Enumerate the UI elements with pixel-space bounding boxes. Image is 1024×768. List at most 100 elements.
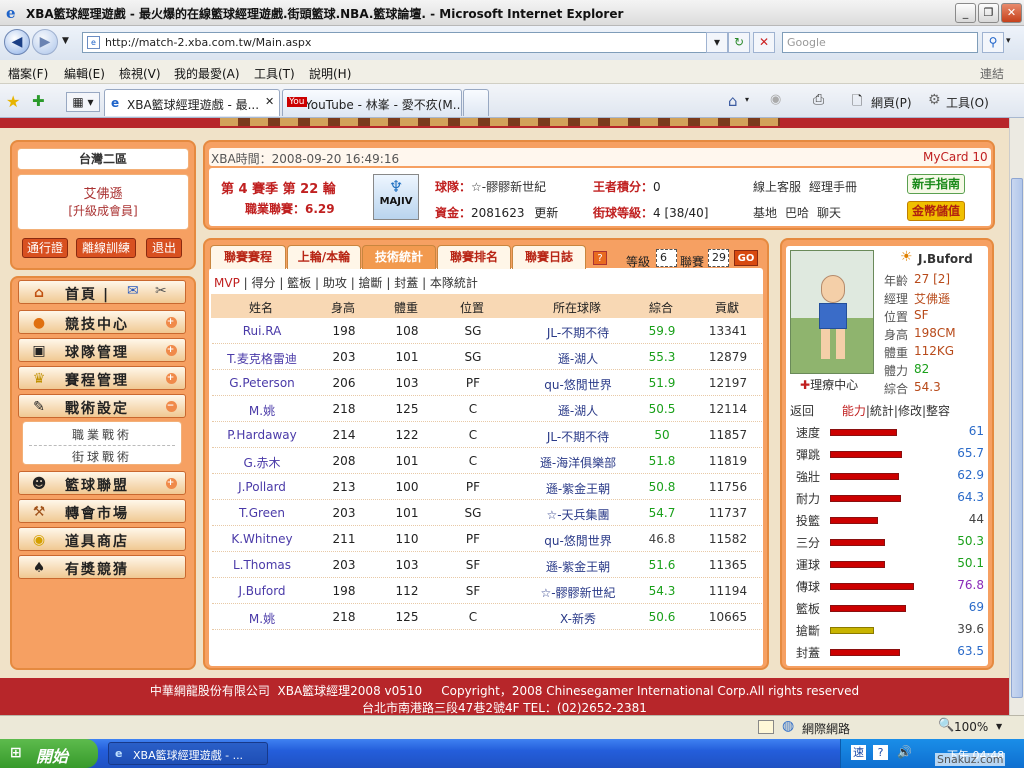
tab-youtube[interactable]: You YouTube - 林峯 - 愛不疚(M...	[282, 89, 462, 116]
cell-name[interactable]: Rui.RA	[212, 324, 312, 338]
nav-team[interactable]: ▣ 球隊管理 +	[18, 338, 186, 362]
cell-team[interactable]: ☆-天兵集團	[508, 506, 648, 523]
cell-team[interactable]: 遜-湖人	[508, 350, 648, 367]
plastic-surgery-link[interactable]: 整容	[926, 404, 950, 418]
help-tray-icon[interactable]: ?	[873, 745, 888, 760]
subnav-mvp[interactable]: MVP	[214, 276, 240, 290]
cell-name[interactable]: J.Buford	[212, 584, 312, 598]
nav-tactics[interactable]: ✎ 戰術設定 −	[18, 394, 186, 418]
level-input[interactable]: 6	[656, 249, 677, 267]
cell-team[interactable]: X-新秀	[508, 610, 648, 627]
menu-links[interactable]: 連結	[980, 65, 1004, 82]
menu-tools[interactable]: 工具(T)	[254, 65, 295, 82]
settings-tools-icon[interactable]: ✂	[155, 283, 169, 299]
cell-name[interactable]: P.Hardaway	[212, 428, 312, 442]
modify-link[interactable]: 修改	[898, 404, 922, 418]
add-favorite-icon[interactable]: ✚	[32, 92, 45, 110]
zoom-icon[interactable]: 🔍	[938, 718, 954, 733]
expand-icon[interactable]: +	[166, 317, 177, 328]
pro-tactics-link[interactable]: 職業戰術	[29, 426, 175, 446]
subnav-steal[interactable]: 搶斷	[359, 276, 383, 290]
nav-quiz[interactable]: ♠ 有獎競猜	[18, 555, 186, 579]
nav-schedule[interactable]: ♛ 賽程管理 +	[18, 366, 186, 390]
taskbar-ie-window[interactable]: e XBA籃球經理遊戲 - ...	[108, 742, 268, 765]
start-button[interactable]: ⊞ 開始	[0, 739, 98, 768]
tab-league-schedule[interactable]: 聯賽賽程	[210, 245, 286, 269]
print-icon[interactable]: ⎙	[813, 92, 824, 108]
home-dropdown-icon[interactable]: ▾	[745, 95, 749, 104]
scroll-thumb[interactable]	[1011, 178, 1023, 698]
tab-tech-stats[interactable]: 技術統計	[362, 245, 436, 269]
page-menu-icon[interactable]: 🗋	[852, 92, 862, 114]
cell-name[interactable]: T.麦克格雷迪	[212, 350, 312, 367]
street-tactics-link[interactable]: 街球戰術	[23, 448, 181, 465]
collapse-icon[interactable]: −	[166, 401, 177, 412]
rss-feed-icon[interactable]: ◉	[770, 92, 781, 107]
vertical-scrollbar[interactable]	[1009, 118, 1024, 715]
nav-transfer[interactable]: ⚒ 轉會市場	[18, 499, 186, 523]
manual-link[interactable]: 經理手冊	[809, 178, 857, 195]
base-link[interactable]: 基地	[753, 204, 777, 221]
tab-league-log[interactable]: 聯賽日誌	[512, 245, 586, 269]
tab-round[interactable]: 上輪/本輪	[287, 245, 361, 269]
stats-link[interactable]: 統計	[870, 404, 894, 418]
expand-icon[interactable]: +	[166, 478, 177, 489]
new-tab-button[interactable]	[463, 89, 489, 116]
minimize-button[interactable]: _	[955, 3, 976, 23]
cell-team[interactable]: 遜-紫金王朝	[508, 480, 648, 497]
address-dropdown-icon[interactable]: ▾	[706, 32, 728, 53]
subnav-block[interactable]: 封蓋	[394, 276, 418, 290]
back-button[interactable]: ◀	[4, 29, 30, 55]
cell-name[interactable]: M.姚	[212, 610, 312, 627]
subnav-assist[interactable]: 助攻	[323, 276, 347, 290]
upgrade-link[interactable]: [升級成會員]	[18, 202, 188, 219]
refresh-funds-link[interactable]: 更新	[534, 206, 558, 220]
cell-name[interactable]: K.Whitney	[212, 532, 312, 546]
tools-gear-icon[interactable]: ⚙	[928, 92, 941, 108]
subnav-team-stats[interactable]: 本隊統計	[430, 276, 478, 290]
menu-favorites[interactable]: 我的最愛(A)	[174, 65, 240, 82]
bahamut-link[interactable]: 巴哈	[785, 204, 809, 221]
cell-name[interactable]: G.赤木	[212, 454, 312, 471]
subnav-score[interactable]: 得分	[251, 276, 275, 290]
search-input[interactable]: Google	[782, 32, 978, 53]
cell-team[interactable]: JL-不期不待	[508, 428, 648, 445]
cell-team[interactable]: 遜-海洋俱樂部	[508, 454, 648, 471]
tab-league-rank[interactable]: 聯賽排名	[437, 245, 511, 269]
quick-tabs-icon[interactable]: ▦ ▾	[66, 92, 100, 112]
help-icon[interactable]: ?	[593, 251, 607, 265]
page-menu[interactable]: 網頁(P)	[871, 94, 912, 111]
newbie-guide-button[interactable]: 新手指南	[907, 174, 965, 194]
cell-name[interactable]: G.Peterson	[212, 376, 312, 390]
chat-link[interactable]: 聊天	[817, 204, 841, 221]
cell-team[interactable]: qu-悠閒世界	[508, 376, 648, 393]
treatment-link[interactable]: ✚理療中心	[800, 376, 858, 393]
favorites-star-icon[interactable]: ★	[6, 92, 20, 111]
expand-icon[interactable]: +	[166, 373, 177, 384]
league-input[interactable]: 29	[708, 249, 729, 267]
offline-training-button[interactable]: 離線訓練	[76, 238, 136, 258]
menu-help[interactable]: 說明(H)	[309, 65, 351, 82]
user-name[interactable]: 艾佛遜	[18, 183, 188, 202]
expand-icon[interactable]: +	[166, 345, 177, 356]
refresh-icon[interactable]: ↻	[728, 32, 750, 53]
ime-icon[interactable]: 速	[851, 745, 866, 760]
menu-view[interactable]: 檢視(V)	[119, 65, 161, 82]
zoom-dropdown-icon[interactable]: ▼	[996, 722, 1002, 731]
cell-name[interactable]: L.Thomas	[212, 558, 312, 572]
history-dropdown-icon[interactable]: ▼	[62, 36, 69, 46]
forward-button[interactable]: ▶	[32, 29, 58, 55]
close-window-button[interactable]: ✕	[1001, 3, 1022, 23]
menu-edit[interactable]: 編輯(E)	[64, 65, 105, 82]
maximize-button[interactable]: ❐	[978, 3, 999, 23]
mail-icon[interactable]: ✉	[127, 283, 141, 299]
stop-icon[interactable]: ✕	[753, 32, 775, 53]
go-button[interactable]: GO	[734, 250, 758, 266]
customer-service-link[interactable]: 線上客服	[753, 178, 801, 195]
cell-team[interactable]: JL-不期不待	[508, 324, 648, 341]
address-input[interactable]: e http://match-2.xba.com.tw/Main.aspx	[82, 32, 722, 53]
ability-link[interactable]: 能力	[842, 404, 866, 418]
team-name-link[interactable]: ☆-髎髎新世紀	[471, 180, 546, 194]
back-link[interactable]: 返回	[790, 404, 814, 418]
tools-menu[interactable]: 工具(O)	[946, 94, 989, 111]
